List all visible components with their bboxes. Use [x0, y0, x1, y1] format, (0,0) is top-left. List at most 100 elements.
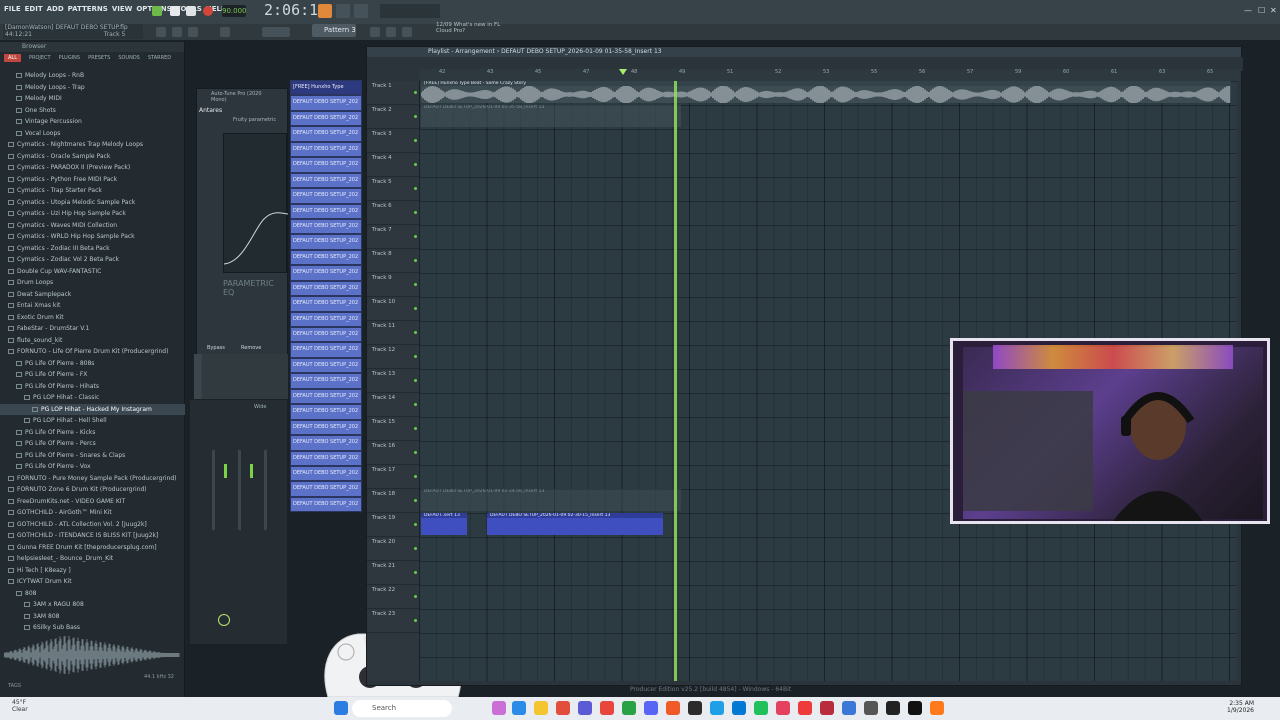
menu-item-4[interactable]: VIEW	[112, 5, 133, 13]
track-led-icon[interactable]	[414, 475, 417, 478]
audio-clip-ghost-18[interactable]: DEFAUT DEBO SETUP_2026-01-09 02-24-56_In…	[421, 489, 681, 511]
play-icon[interactable]	[170, 6, 180, 16]
fader-2[interactable]	[238, 450, 241, 530]
browser-item[interactable]: PG LOP Hihat - Hell Shell	[0, 415, 185, 427]
piano-keys[interactable]	[194, 354, 288, 399]
track-header[interactable]: Track 6	[367, 201, 419, 225]
audio-clip-ghost[interactable]: DEFAUT DEBO SETUP_2026-01-09 01-35-58_In…	[421, 105, 681, 127]
channel-button[interactable]: DEFAUT DEBO SETUP_202	[290, 249, 362, 266]
minimize-icon[interactable]: —	[1244, 6, 1252, 15]
excel-icon[interactable]	[622, 701, 636, 715]
track-led-icon[interactable]	[414, 331, 417, 334]
app-icon-3[interactable]	[578, 701, 592, 715]
fader-3[interactable]	[264, 450, 267, 530]
browser-item[interactable]: Gunna FREE Drum Kit [theproducersplug.co…	[0, 542, 185, 554]
pattern-icon[interactable]	[172, 27, 182, 37]
app-icon-5[interactable]	[732, 701, 746, 715]
track-header[interactable]: Track 21	[367, 561, 419, 585]
channel-button[interactable]: DEFAUT DEBO SETUP_202	[290, 481, 362, 497]
browser-item[interactable]: Exotic Drum Kit	[0, 312, 185, 324]
track-header[interactable]: Track 9	[367, 273, 419, 297]
snap-icon[interactable]	[156, 27, 166, 37]
track-header[interactable]: Track 8	[367, 249, 419, 273]
close-icon[interactable]: ✕	[1270, 6, 1277, 15]
browser-item[interactable]: FORNUTO Zone 6 Drum Kit (Producergrind)	[0, 484, 185, 496]
tags-label[interactable]: TAGS	[8, 683, 21, 689]
file-explorer-icon[interactable]	[534, 701, 548, 715]
channel-button[interactable]: DEFAUT DEBO SETUP_202	[290, 141, 362, 158]
track-header[interactable]: Track 22	[367, 585, 419, 609]
record-button[interactable]	[203, 6, 213, 16]
obs-icon[interactable]	[688, 701, 702, 715]
metronome-icon[interactable]	[220, 27, 230, 37]
app-icon-2[interactable]	[556, 701, 570, 715]
track-header[interactable]: Track 12	[367, 345, 419, 369]
channel-button[interactable]: DEFAUT DEBO SETUP_202	[290, 172, 362, 189]
channel-rack-icon[interactable]	[336, 4, 350, 18]
browser-item[interactable]: PG Life Of Pierre - Vox	[0, 461, 185, 473]
track-led-icon[interactable]	[414, 499, 417, 502]
track-header[interactable]: Track 19	[367, 513, 419, 537]
browser-item[interactable]: flute_sound_kit	[0, 335, 185, 347]
browser-item[interactable]: PG Life Of Pierre - Hihats	[0, 381, 185, 393]
browser-item[interactable]: Hi Tech [ K8eazy ]	[0, 565, 185, 577]
track-led-icon[interactable]	[414, 211, 417, 214]
mixer-icon[interactable]	[318, 4, 332, 18]
browser-item[interactable]: Cymatics - Zodiac III Beta Pack	[0, 243, 185, 255]
browser-item[interactable]: Cymatics - Uzi Hip Hop Sample Pack	[0, 208, 185, 220]
menu-item-2[interactable]: ADD	[47, 5, 64, 13]
channel-button[interactable]: DEFAUT DEBO SETUP_202	[290, 450, 362, 466]
browser-item[interactable]: 6Silky Sub Bass	[0, 622, 185, 634]
channel-button[interactable]: DEFAUT DEBO SETUP_202	[290, 280, 362, 297]
browser-item[interactable]: Cymatics - Waves MIDI Collection	[0, 220, 185, 232]
browser-item[interactable]: PG Life Of Pierre - Percs	[0, 438, 185, 450]
windows-start-icon[interactable]	[334, 701, 348, 715]
channel-button[interactable]: DEFAUT DEBO SETUP_202	[290, 496, 362, 513]
track-header[interactable]: Track 13	[367, 369, 419, 393]
taskbar-clock[interactable]: 2:35 AM 1/9/2026	[1227, 700, 1254, 714]
track-led-icon[interactable]	[414, 163, 417, 166]
track-header[interactable]: Track 11	[367, 321, 419, 345]
browser-item[interactable]: FreeDrumKits.net - VIDEO GAME KIT	[0, 496, 185, 508]
app-icon-1[interactable]	[492, 701, 506, 715]
app-icon-9[interactable]	[820, 701, 834, 715]
track-header[interactable]: Track 4	[367, 153, 419, 177]
taskbar-search[interactable]: Search	[352, 700, 452, 717]
channel-button[interactable]: DEFAUT DEBO SETUP_202	[290, 126, 362, 142]
browser-item[interactable]: Cymatics - Nightmares Trap Melody Loops	[0, 139, 185, 151]
app-icon-11[interactable]	[864, 701, 878, 715]
playhead-marker-icon[interactable]	[619, 69, 627, 75]
track-led-icon[interactable]	[414, 139, 417, 142]
browser-item[interactable]: Dwat Samplepack	[0, 289, 185, 301]
browser-tab-4[interactable]: SOUNDS	[118, 55, 140, 61]
audio-clip-track19-a[interactable]: DEFAUT..sert 13	[421, 513, 467, 535]
app-icon-13[interactable]	[908, 701, 922, 715]
track-header[interactable]: Track 18	[367, 489, 419, 513]
browser-item[interactable]: 3AM x RAGU 808	[0, 599, 185, 611]
stop-button[interactable]	[186, 6, 196, 16]
tempo-display[interactable]: 90.000	[222, 5, 247, 17]
browser-item[interactable]: Entai Xmas kit	[0, 300, 185, 312]
channel-button[interactable]: DEFAUT DEBO SETUP_202	[290, 265, 362, 281]
menu-item-1[interactable]: EDIT	[25, 5, 43, 13]
browser-item[interactable]: helpsiesleet_- Bounce_Drum_Kit	[0, 553, 185, 565]
telegram-icon[interactable]	[710, 701, 724, 715]
track-header[interactable]: Track 23	[367, 609, 419, 633]
browser-item[interactable]: 3AM 808	[0, 611, 185, 623]
channel-button[interactable]: DEFAUT DEBO SETUP_202	[290, 357, 362, 374]
browser-item[interactable]: Melody Loops - Trap	[0, 82, 185, 94]
alt-button[interactable]	[402, 27, 412, 37]
app-icon-8[interactable]	[798, 701, 812, 715]
plugin-window[interactable]: Auto-Tune Pro (2020 Mono) Antares Fruity…	[196, 88, 289, 358]
browser-tab-3[interactable]: PRESETS	[88, 55, 110, 61]
browser-tab-0[interactable]: ALL	[4, 54, 21, 62]
track-led-icon[interactable]	[414, 571, 417, 574]
browser-item[interactable]: Cymatics - PARADOX II (Preview Pack)	[0, 162, 185, 174]
track-led-icon[interactable]	[414, 307, 417, 310]
shift-button[interactable]	[370, 27, 380, 37]
browser-item[interactable]: GOTHCHILD - ITENDANCE IS BLISS KIT [Juug…	[0, 530, 185, 542]
channel-button[interactable]: DEFAUT DEBO SETUP_202	[290, 465, 362, 482]
track-led-icon[interactable]	[414, 379, 417, 382]
maximize-icon[interactable]: ☐	[1258, 6, 1265, 15]
track-header[interactable]: Track 17	[367, 465, 419, 489]
